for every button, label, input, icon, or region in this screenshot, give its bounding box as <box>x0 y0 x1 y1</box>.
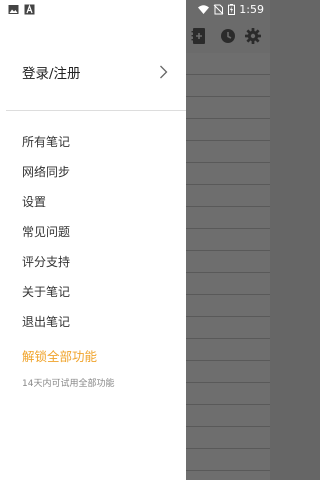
menu-item-settings[interactable]: 设置 <box>0 186 186 216</box>
drawer-menu: 所有笔记 网络同步 设置 常见问题 评分支持 关于笔记 退出笔记 <box>0 126 186 336</box>
lined-notes-area <box>186 53 270 480</box>
clock-icon[interactable] <box>219 27 237 45</box>
menu-item-sync[interactable]: 网络同步 <box>0 156 186 186</box>
status-time: 1:59 <box>239 3 264 16</box>
menu-item-about[interactable]: 关于笔记 <box>0 276 186 306</box>
gear-icon[interactable] <box>244 27 262 45</box>
menu-item-faq[interactable]: 常见问题 <box>0 216 186 246</box>
menu-item-all-notes[interactable]: 所有笔记 <box>0 126 186 156</box>
image-icon <box>8 4 19 15</box>
login-register-row[interactable]: 登录/注册 <box>0 52 186 92</box>
text-a-icon <box>24 4 35 15</box>
divider <box>6 110 186 111</box>
status-right: 1:59 <box>198 3 264 16</box>
status-left <box>8 4 35 15</box>
menu-item-rate[interactable]: 评分支持 <box>0 246 186 276</box>
no-sim-icon <box>213 4 224 15</box>
menu-item-exit[interactable]: 退出笔记 <box>0 306 186 336</box>
trial-notice: 14天内可试用全部功能 <box>22 379 115 389</box>
navigation-drawer: 登录/注册 所有笔记 网络同步 设置 常见问题 评分支持 关于笔记 退出笔记 解… <box>0 0 186 480</box>
wifi-icon <box>198 4 210 15</box>
unlock-all-features-link[interactable]: 解锁全部功能 <box>22 346 97 365</box>
chevron-right-icon <box>159 65 168 79</box>
battery-icon <box>228 4 236 15</box>
status-bar: 1:59 <box>0 0 270 19</box>
login-register-label: 登录/注册 <box>22 66 81 82</box>
notebook-icon[interactable] <box>190 27 208 45</box>
